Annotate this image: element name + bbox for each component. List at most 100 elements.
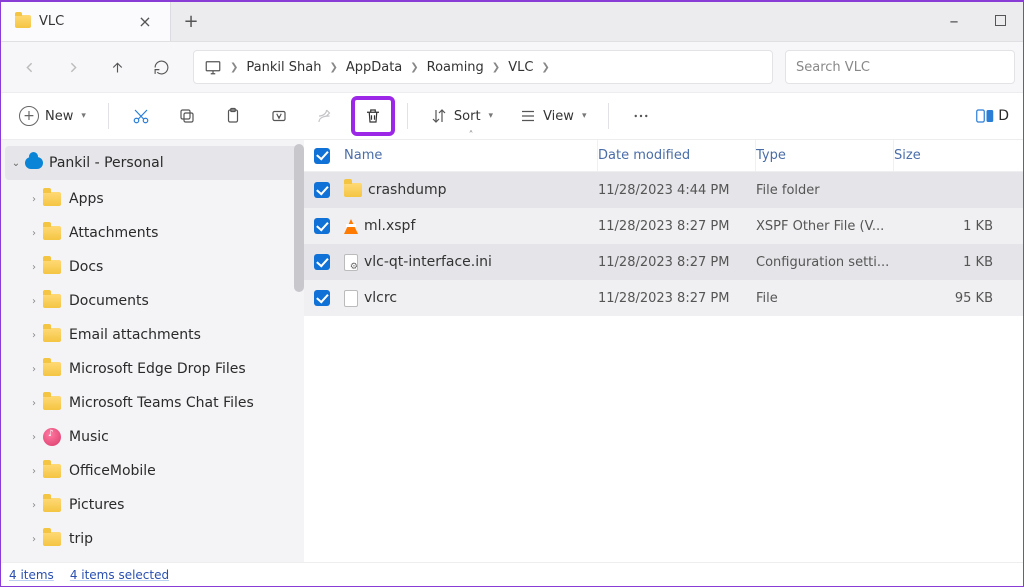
pc-icon: [204, 58, 222, 76]
sort-label: Sort: [454, 109, 481, 124]
share-button[interactable]: [305, 98, 345, 134]
more-button[interactable]: [621, 98, 661, 134]
window-controls: –: [931, 2, 1023, 41]
sidebar-item-label: Pictures: [69, 497, 124, 513]
sort-button[interactable]: Sort ▾: [420, 98, 503, 134]
sidebar-item[interactable]: › Email attachments: [5, 318, 300, 352]
sidebar-item[interactable]: › Docs: [5, 250, 300, 284]
tab-current[interactable]: VLC ×: [1, 2, 171, 41]
column-date[interactable]: Date modified: [598, 140, 756, 171]
chevron-right-icon: ›: [25, 330, 43, 341]
sidebar-item[interactable]: ›trip: [5, 522, 300, 556]
list-icon: [519, 107, 537, 125]
file-row[interactable]: crashdump11/28/2023 4:44 PMFile folder: [304, 172, 1023, 208]
file-row[interactable]: ml.xspf11/28/2023 8:27 PMXSPF Other File…: [304, 208, 1023, 244]
folder-icon: [15, 15, 31, 28]
copy-button[interactable]: [167, 98, 207, 134]
scrollbar-thumb[interactable]: [294, 144, 304, 292]
sidebar-item[interactable]: › Apps: [5, 182, 300, 216]
folder-icon: [43, 362, 61, 376]
back-button[interactable]: [9, 49, 49, 85]
file-type: Configuration setti...: [756, 255, 894, 270]
tab-title: VLC: [39, 14, 126, 29]
up-button[interactable]: [97, 49, 137, 85]
sidebar-item[interactable]: ›OfficeMobile: [5, 454, 300, 488]
maximize-button[interactable]: [977, 14, 1023, 30]
sidebar-item[interactable]: › Microsoft Teams Chat Files: [5, 386, 300, 420]
new-tab-button[interactable]: +: [171, 2, 211, 41]
status-selected: 4 items selected: [70, 568, 169, 582]
details-pane-toggle[interactable]: D: [976, 108, 1015, 124]
file-icon: [344, 290, 358, 307]
navigation-row: ❯ Pankil Shah ❯ AppData ❯ Roaming ❯ VLC …: [1, 42, 1023, 92]
column-name[interactable]: ˄Name: [340, 140, 598, 171]
chevron-right-icon: ›: [25, 432, 43, 443]
sidebar-item[interactable]: ›Music: [5, 420, 300, 454]
sidebar-item-label: Apps: [69, 191, 104, 207]
breadcrumb-seg[interactable]: AppData: [340, 56, 408, 79]
breadcrumb-seg[interactable]: VLC: [502, 56, 539, 79]
chevron-right-icon: ›: [25, 262, 43, 273]
column-type[interactable]: Type: [756, 140, 894, 171]
titlebar: VLC × + –: [1, 2, 1023, 42]
file-row[interactable]: vlcrc11/28/2023 8:27 PMFile95 KB: [304, 280, 1023, 316]
view-button[interactable]: View ▾: [509, 98, 596, 134]
refresh-button[interactable]: [141, 49, 181, 85]
chevron-down-icon: ▾: [81, 111, 86, 121]
navigation-sidebar[interactable]: ⌄ Pankil - Personal › Apps › Attachments › Do…: [1, 140, 304, 562]
sidebar-root[interactable]: ⌄ Pankil - Personal: [5, 146, 300, 180]
sidebar-item-label: Email attachments: [69, 327, 201, 343]
minimize-button[interactable]: –: [931, 11, 977, 32]
row-checkbox[interactable]: [314, 290, 330, 306]
forward-button[interactable]: [53, 49, 93, 85]
folder-icon: [43, 396, 61, 410]
folder-icon: [43, 498, 61, 512]
column-headers: ˄Name Date modified Type Size: [304, 140, 1023, 172]
status-bar: 4 items 4 items selected: [1, 562, 1023, 586]
sidebar-item-label: Docs: [69, 259, 103, 275]
onedrive-icon: [25, 157, 43, 169]
sidebar-item-label: Microsoft Teams Chat Files: [69, 395, 254, 411]
sidebar-item[interactable]: ›Pictures: [5, 488, 300, 522]
sidebar-item[interactable]: ›Microsoft Edge Drop Files: [5, 352, 300, 386]
chevron-right-icon: ›: [25, 364, 43, 375]
sort-ascending-icon: ˄: [469, 130, 474, 141]
chevron-right-icon: ›: [25, 194, 43, 205]
chevron-right-icon: ❯: [228, 62, 240, 73]
vlc-cone-icon: [344, 219, 358, 234]
new-button[interactable]: + New ▾: [9, 98, 96, 134]
column-size[interactable]: Size: [894, 140, 1023, 171]
row-checkbox[interactable]: [314, 218, 330, 234]
chevron-right-icon: ›: [25, 398, 43, 409]
sort-icon: [430, 107, 448, 125]
sidebar-item[interactable]: › Documents: [5, 284, 300, 318]
file-date: 11/28/2023 4:44 PM: [598, 183, 756, 198]
select-all-checkbox[interactable]: [314, 148, 330, 164]
delete-button-highlighted[interactable]: [351, 96, 395, 136]
rename-button[interactable]: [259, 98, 299, 134]
sidebar-item-label: Documents: [69, 293, 149, 309]
folder-icon: [43, 192, 61, 206]
details-label: D: [998, 108, 1009, 124]
folder-icon: [43, 294, 61, 308]
sidebar-item[interactable]: › Attachments: [5, 216, 300, 250]
cut-button[interactable]: [121, 98, 161, 134]
row-checkbox[interactable]: [314, 182, 330, 198]
address-bar[interactable]: ❯ Pankil Shah ❯ AppData ❯ Roaming ❯ VLC …: [193, 50, 773, 84]
folder-icon: [43, 464, 61, 478]
file-type: File folder: [756, 183, 894, 198]
search-input[interactable]: Search VLC: [785, 50, 1015, 84]
folder-icon: [344, 183, 362, 197]
paste-button[interactable]: [213, 98, 253, 134]
breadcrumb-seg[interactable]: Pankil Shah: [240, 56, 327, 79]
separator: [407, 103, 408, 129]
chevron-right-icon: ›: [25, 296, 43, 307]
sidebar-root-label: Pankil - Personal: [49, 155, 164, 171]
sidebar-item-label: Attachments: [69, 225, 158, 241]
chevron-right-icon: ›: [25, 228, 43, 239]
file-row[interactable]: vlc-qt-interface.ini11/28/2023 8:27 PMCo…: [304, 244, 1023, 280]
folder-icon: [43, 328, 61, 342]
close-tab-icon[interactable]: ×: [134, 12, 156, 31]
breadcrumb-seg[interactable]: Roaming: [421, 56, 490, 79]
row-checkbox[interactable]: [314, 254, 330, 270]
